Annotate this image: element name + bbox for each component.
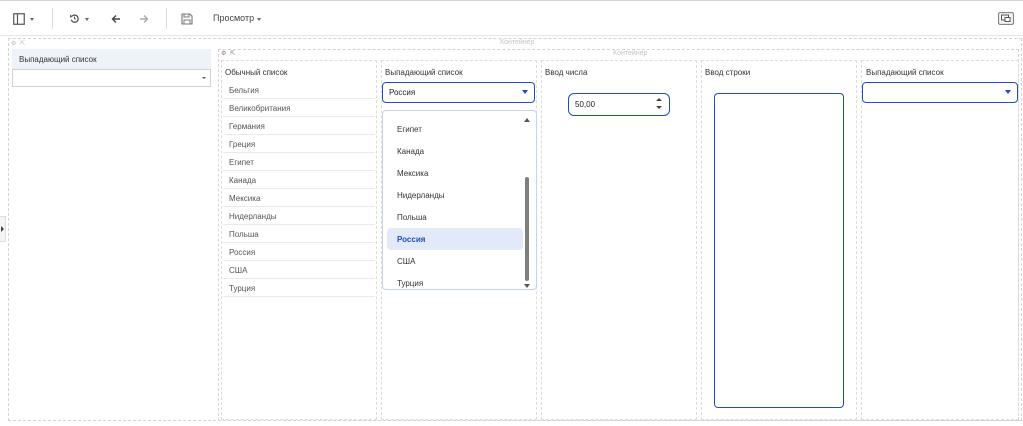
dropdown-option[interactable]: Нидерланды <box>387 184 523 206</box>
inner-container-label: Контейнер <box>613 50 648 57</box>
panel-layout-icon[interactable] <box>9 1 29 36</box>
number-input[interactable]: 50,00 <box>568 93 670 116</box>
scroll-down-icon[interactable] <box>524 284 530 288</box>
history-dropdown-caret[interactable] <box>85 18 89 21</box>
string-input-textarea[interactable] <box>714 93 844 408</box>
country-dropdown[interactable]: Россия <box>382 82 535 103</box>
chevron-down-icon[interactable] <box>522 90 528 94</box>
sidebar-dropdown-title: Выпадающий список <box>12 49 211 69</box>
right-dropdown[interactable] <box>862 82 1018 103</box>
list-item[interactable]: Греция <box>223 135 375 153</box>
list-item[interactable]: Великобритания <box>223 99 375 117</box>
list-item[interactable]: США <box>223 261 375 279</box>
dropdown-option[interactable]: США <box>387 250 523 272</box>
scrollbar-thumb[interactable] <box>525 177 529 281</box>
outer-container-label: Контейнер <box>500 39 535 46</box>
dropdown-option[interactable]: Мексика <box>387 162 523 184</box>
inner-container-handle-icons[interactable]: ⚙ ⇱ <box>221 50 236 57</box>
preview-menu-label[interactable]: Просмотр <box>213 13 254 23</box>
number-input-title: Ввод числа <box>545 68 588 77</box>
plain-list-title: Обычный список <box>225 68 288 77</box>
chevron-down-icon <box>202 77 206 79</box>
list-item[interactable]: Нидерланды <box>223 207 375 225</box>
number-input-value: 50,00 <box>575 100 596 109</box>
spin-up-icon[interactable] <box>656 98 662 101</box>
panel-expand-handle[interactable] <box>0 216 6 242</box>
list-item[interactable]: Бельгия <box>223 81 375 99</box>
list-item[interactable]: Мексика <box>223 189 375 207</box>
toolbar-divider <box>52 8 53 29</box>
dropdown-option[interactable]: Турция <box>387 272 523 289</box>
arrow-right-icon[interactable] <box>136 1 152 36</box>
toolbar-divider <box>166 8 167 29</box>
dropdown-options-panel: Египет Канада Мексика Нидерланды Польша … <box>382 110 537 290</box>
panel-layout-dropdown-caret[interactable] <box>30 18 34 21</box>
list-item[interactable]: Египет <box>223 153 375 171</box>
sidebar-dropdown[interactable] <box>12 69 211 87</box>
chevron-down-icon[interactable] <box>1005 90 1011 94</box>
list-item[interactable]: Турция <box>223 279 375 297</box>
preview-dropdown-caret[interactable] <box>257 18 261 21</box>
scroll-up-icon[interactable] <box>524 118 530 122</box>
history-icon[interactable] <box>66 1 82 36</box>
arrow-left-icon[interactable] <box>108 1 124 36</box>
device-preview-icon[interactable] <box>995 1 1017 36</box>
list-item[interactable]: Германия <box>223 117 375 135</box>
dropdown-title: Выпадающий список <box>385 68 463 77</box>
dropdown-option[interactable]: Египет <box>387 118 523 140</box>
dropdown-option[interactable]: Канада <box>387 140 523 162</box>
spin-down-icon[interactable] <box>656 106 662 109</box>
string-input-title: Ввод строки <box>705 68 751 77</box>
top-toolbar: Просмотр <box>0 0 1023 36</box>
dropdown-selected-value: Россия <box>389 88 416 97</box>
list-item[interactable]: Канада <box>223 171 375 189</box>
chevron-right-icon <box>1 226 4 232</box>
dropdown-option-selected[interactable]: Россия <box>387 228 523 250</box>
list-item[interactable]: Россия <box>223 243 375 261</box>
column-right-dropdown <box>861 60 1019 420</box>
container-handle-icons[interactable]: ⚙ ⇱ <box>11 40 26 47</box>
right-dropdown-title: Выпадающий список <box>866 68 944 77</box>
list-item[interactable]: Польша <box>223 225 375 243</box>
dropdown-option[interactable]: Польша <box>387 206 523 228</box>
save-icon[interactable] <box>178 1 196 36</box>
